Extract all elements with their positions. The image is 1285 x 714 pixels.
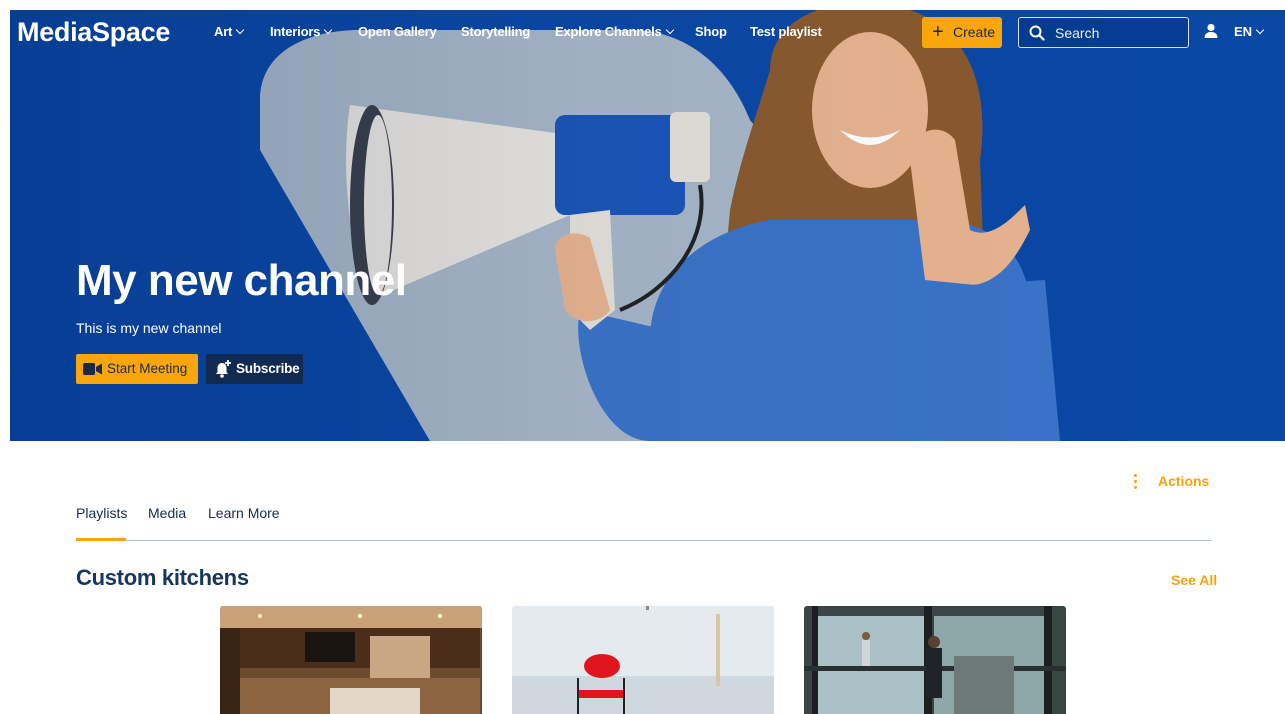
video-camera-icon — [83, 363, 102, 375]
subscribe-button[interactable]: Subscribe — [206, 354, 303, 384]
channel-title: My new channel — [76, 256, 407, 305]
user-icon[interactable] — [1204, 23, 1218, 39]
search-icon — [1029, 25, 1045, 41]
playlist-title[interactable]: Custom kitchens — [76, 565, 249, 591]
see-all-link[interactable]: See All — [1171, 572, 1217, 588]
media-thumbnail[interactable] — [804, 606, 1066, 714]
nav-item-explore-channels[interactable]: Explore Channels — [555, 24, 674, 39]
actions-label: Actions — [1158, 473, 1210, 489]
nav-item-label: Storytelling — [461, 24, 531, 39]
storefront-thumbnail-image — [804, 606, 1066, 714]
kitchen-thumbnail-image — [220, 606, 482, 714]
create-button[interactable]: + Create — [922, 17, 1002, 48]
bell-plus-icon — [216, 360, 231, 378]
active-tab-indicator — [76, 538, 126, 541]
top-navigation: MediaSpace Art Interiors Open Gallery St… — [10, 10, 1285, 54]
chevron-down-icon — [665, 25, 674, 35]
plus-icon: + — [932, 21, 944, 43]
chevron-down-icon — [323, 25, 333, 35]
tabs-divider — [76, 540, 1212, 541]
hero-overlay — [10, 10, 1285, 441]
subscribe-label: Subscribe — [236, 361, 300, 376]
nav-item-label: Art — [214, 24, 233, 39]
search-field[interactable] — [1018, 17, 1189, 48]
media-thumbnail[interactable] — [512, 606, 774, 714]
nav-item-shop[interactable]: Shop — [695, 24, 727, 39]
search-input[interactable] — [1055, 23, 1183, 43]
create-button-label: Create — [953, 24, 996, 40]
site-logo[interactable]: MediaSpace — [17, 17, 170, 48]
tab-playlists[interactable]: Playlists — [76, 505, 127, 521]
nav-item-open-gallery[interactable]: Open Gallery — [358, 24, 437, 39]
nav-item-label: Open Gallery — [358, 24, 437, 39]
channel-description: This is my new channel — [76, 320, 222, 336]
language-label: EN — [1234, 24, 1253, 39]
nav-item-label: Interiors — [270, 24, 321, 39]
channel-hero-banner — [10, 10, 1285, 441]
chair-thumbnail-image — [512, 606, 774, 714]
start-meeting-label: Start Meeting — [107, 361, 188, 376]
nav-item-label: Test playlist — [750, 24, 822, 39]
nav-item-interiors[interactable]: Interiors — [270, 24, 333, 39]
start-meeting-button[interactable]: Start Meeting — [76, 354, 198, 384]
nav-item-test-playlist[interactable]: Test playlist — [750, 24, 822, 39]
more-vertical-icon — [1134, 474, 1138, 492]
media-thumbnail[interactable] — [220, 606, 482, 714]
nav-item-storytelling[interactable]: Storytelling — [461, 24, 530, 39]
chevron-down-icon — [1255, 25, 1265, 35]
nav-item-label: Shop — [695, 24, 727, 39]
language-selector[interactable]: EN — [1234, 24, 1265, 39]
nav-item-art[interactable]: Art — [214, 24, 245, 39]
tab-media[interactable]: Media — [148, 505, 186, 521]
nav-item-label: Explore Channels — [555, 24, 662, 39]
tab-learn-more[interactable]: Learn More — [208, 505, 280, 521]
chevron-down-icon — [235, 25, 245, 35]
